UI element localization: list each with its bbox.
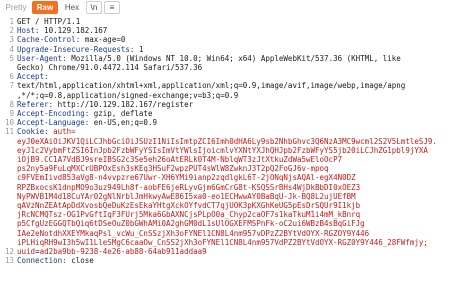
- cookie-value: jRcNCMQTsz-OG1PvGftIqF3FUrj5Mka6GbAXNCjs…: [17, 210, 361, 220]
- cookie-value: iPLHiqRH9wI3h5wI1LleSMgC6caaOw_CnSS2jXh3…: [17, 237, 433, 247]
- header-value: Gecko) Chrome/91.0.4472.114 Safari/537.3…: [17, 63, 203, 72]
- request-line: eyJ1c2VybmFtZSI6InJpb2FzbWFyYSIsImVtYWls…: [17, 146, 472, 155]
- header-name: Referer:: [17, 99, 58, 109]
- cookie-value: eyJ1c2VybmFtZSI6InJpb2FzbWFyYSIsImVtYWls…: [17, 145, 428, 155]
- cookie-value: IAe2eNotdhXXEYMkaqPsl_vcWu_CnSSzjXh3oFYN…: [17, 228, 370, 238]
- header-value: 1: [138, 44, 144, 54]
- header-value: en-US,en;q=0.9: [93, 118, 157, 128]
- request-line: Cookie: auth=: [17, 127, 472, 136]
- render-newlines-toggle[interactable]: \n: [86, 1, 102, 14]
- line-number: 4: [9, 44, 14, 54]
- request-line: p5CfgUzEGGQTbQiq6tDSeOuZ0bGWhAMi0A2ghGM0…: [17, 219, 472, 228]
- request-line: User-Agent: Mozilla/5.0 (Windows NT 10.0…: [17, 54, 472, 63]
- line-number: 10: [4, 118, 14, 128]
- header-name: Upgrade-Insecure-Requests:: [17, 44, 139, 54]
- cookie-value: c9FVEmIivd853aVg8-n4vvpzre67Uwr-XH6YMi9i…: [17, 173, 356, 183]
- request-line: iOjB9.CC1A7VdBJ9sreIBSG2c3Se5eh26oAtERLk…: [17, 155, 472, 164]
- header-name: Cookie:: [17, 127, 54, 137]
- cookie-value: p5CfgUzEGGQTbQiq6tDSeOuZ0bGWhAMi0A2ghGM0…: [17, 219, 365, 229]
- request-editor[interactable]: 1 2 3 4 5 6 7 8 9 10 11 12 13 GET / HTTP/1.1 Host: 10…: [0, 17, 474, 299]
- line-number: 8: [9, 99, 14, 109]
- header-name: Accept-Language:: [17, 118, 94, 128]
- request-line: GET / HTTP/1.1: [17, 17, 472, 26]
- header-value: text/html,application/xhtml+xml,applicat…: [17, 81, 406, 91]
- header-name: Accept-Encoding:: [17, 109, 94, 118]
- menu-icon[interactable]: ≡: [104, 1, 120, 14]
- header-value: max-age=0: [84, 35, 126, 45]
- line-number: 1: [9, 17, 14, 26]
- line-number: 11: [4, 127, 14, 137]
- header-name: Accept:: [17, 72, 54, 82]
- request-line: Cache-Control: max-age=0: [17, 35, 472, 44]
- cookie-value: ps2ny5a9FuLqMXCrUBPOxEsh3sKEq3HSuF2wpzPU…: [17, 164, 329, 174]
- cookie-name: uuid: [17, 247, 36, 256]
- request-line: jRcNCMQTsz-OG1PvGftIqF3FUrj5Mka6GbAXNCjs…: [17, 210, 472, 219]
- cookie-value: qAVzNnZEAtApDdXvosbQeDuKzEsEkaYHtgXckOYf…: [17, 201, 361, 210]
- cookie-value: ad2ba9bb-9238-4e26-ab88-64ab911addaa9: [39, 247, 207, 256]
- request-line: qAVzNnZEAtApDdXvosbQeDuKzEsEkaYHtgXckOYf…: [17, 201, 472, 210]
- line-number: 2: [9, 26, 14, 36]
- header-value: close: [71, 256, 94, 266]
- line-number: 6: [9, 72, 14, 82]
- request-line: ,*/*;q=0.8,application/signed-exchange;v…: [17, 91, 472, 100]
- request-line: Host: 10.129.182.167: [17, 26, 472, 35]
- cookie-value: eyJ0eXAiOiJKV1QiLCJhbGciOiJSUzI1NiIsImtp…: [17, 136, 437, 146]
- header-name: User-Agent:: [17, 53, 72, 63]
- request-line: c9FVEmIivd853aVg8-n4vvpzre67Uwr-XH6YMi9i…: [17, 173, 472, 182]
- line-number: 5: [9, 53, 14, 63]
- header-value: 10.129.182.167: [44, 26, 108, 36]
- request-line: Gecko) Chrome/91.0.4472.114 Safari/537.3…: [17, 63, 472, 72]
- header-value: gzip, deflate: [93, 109, 153, 118]
- cookie-value: RPZBxocsK1dnpMO9o3uz949Lh8f-aobFE6jeRLyv…: [17, 182, 361, 192]
- request-line: uuid=ad2ba9bb-9238-4e26-ab88-64ab911adda…: [17, 247, 472, 256]
- request-line: ps2ny5a9FuLqMXCrUBPOxEsh3sKEq3HSuF2wpzPU…: [17, 164, 472, 173]
- line-number: 12: [4, 247, 14, 256]
- request-line: Connection: close: [17, 256, 472, 265]
- tab-hex[interactable]: Hex: [62, 1, 82, 14]
- tab-raw[interactable]: Raw: [32, 1, 58, 14]
- header-value: Mozilla/5.0 (Windows NT 10.0; Win64; x64…: [71, 53, 401, 63]
- request-line: Accept-Encoding: gzip, deflate: [17, 109, 472, 118]
- request-line: Referer: http://10.129.182.167/register: [17, 100, 472, 109]
- line-number: 3: [9, 35, 14, 45]
- request-line: NyPWVB1M4d18CuYAr02gNlNrblJmHkwyAwE86I5x…: [17, 192, 472, 201]
- header-value: GET / HTTP/1.1: [17, 17, 81, 26]
- line-number: 13: [4, 256, 14, 266]
- editor-toolbar: Pretty Raw Hex \n ≡: [0, 0, 474, 16]
- request-line: Accept-Language: en-US,en;q=0.9: [17, 118, 472, 127]
- header-value: http://10.129.182.167/register: [57, 99, 194, 109]
- line-number: 9: [9, 109, 14, 118]
- request-line: RPZBxocsK1dnpMO9o3uz949Lh8f-aobFE6jeRLyv…: [17, 183, 472, 192]
- header-name: Host:: [17, 26, 45, 36]
- request-line: iPLHiqRH9wI3h5wI1LleSMgC6caaOw_CnSS2jXh3…: [17, 238, 472, 247]
- cookie-value: NyPWVB1M4d18CuYAr02gNlNrblJmHkwyAwE86I5x…: [17, 191, 356, 201]
- request-line: Accept:: [17, 72, 472, 81]
- header-name: Connection:: [17, 256, 72, 266]
- request-line: eyJ0eXAiOiJKV1QiLCJhbGciOiJSUzI1NiIsImtp…: [17, 137, 472, 146]
- tab-pretty[interactable]: Pretty: [3, 1, 29, 14]
- request-line: Upgrade-Insecure-Requests: 1: [17, 45, 472, 54]
- header-name: Cache-Control:: [17, 35, 85, 45]
- request-line: text/html,application/xhtml+xml,applicat…: [17, 81, 472, 90]
- request-line: IAe2eNotdhXXEYMkaqPsl_vcWu_CnSSzjXh3oFYN…: [17, 229, 472, 238]
- cookie-name: auth=: [53, 127, 76, 137]
- line-number: 7: [9, 81, 14, 91]
- cookie-value: iOjB9.CC1A7VdBJ9sreIBSG2c3Se5eh26oAtERLk…: [17, 155, 343, 164]
- header-value: ,*/*;q=0.8,application/signed-exchange;v…: [17, 90, 239, 100]
